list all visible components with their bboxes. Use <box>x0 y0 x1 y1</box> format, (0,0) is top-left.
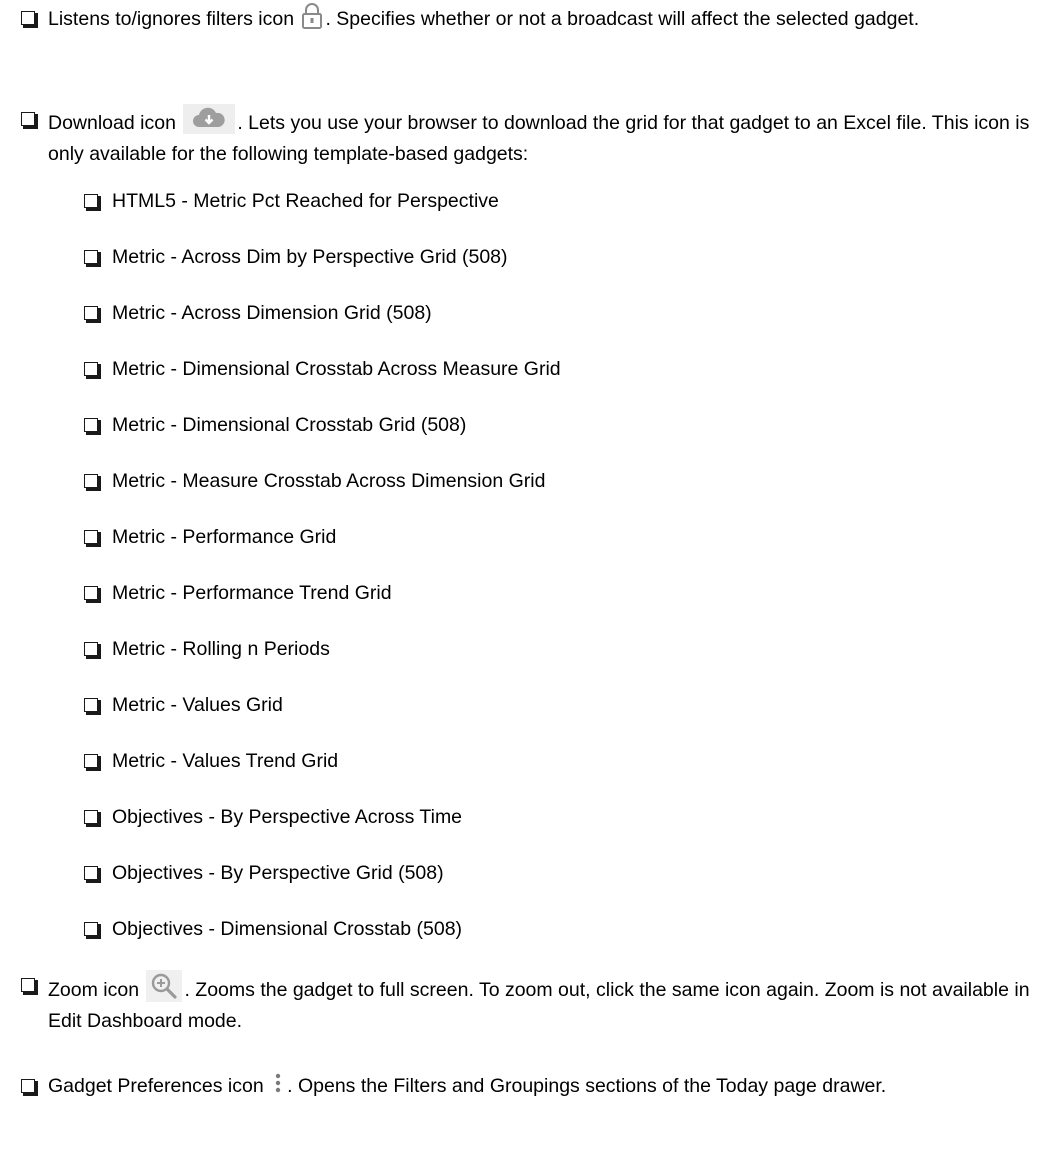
sub-list-item: HTML5 - Metric Pct Reached for Perspecti… <box>84 186 1044 217</box>
sub-item-text: Metric - Across Dimension Grid (508) <box>112 302 432 324</box>
sub-item-text: Metric - Values Grid <box>112 694 283 716</box>
list-item-text: Listens to/ignores filters icon . Specif… <box>21 3 1051 35</box>
checkbox-bullet-icon <box>84 586 101 603</box>
checkbox-bullet-icon <box>21 11 38 28</box>
sub-list-item: Metric - Across Dim by Perspective Grid … <box>84 242 1044 273</box>
sub-item-text: Metric - Performance Trend Grid <box>112 582 392 604</box>
checkbox-bullet-icon <box>84 250 101 267</box>
sub-list-item: Metric - Values Trend Grid <box>84 746 1044 777</box>
checkbox-bullet-icon <box>84 418 101 435</box>
sub-item-text: Metric - Values Trend Grid <box>112 750 339 772</box>
sub-list-item: Objectives - Dimensional Crosstab (508) <box>84 914 1044 945</box>
sub-list-item: Metric - Rolling n Periods <box>84 634 1044 665</box>
vertical-ellipsis-icon <box>271 1072 285 1096</box>
sub-list-item: Metric - Measure Crosstab Across Dimensi… <box>84 466 1044 497</box>
item-post-text: . Zooms the gadget to full screen. To zo… <box>48 979 1030 1032</box>
sub-list-item: Objectives - By Perspective Grid (508) <box>84 858 1044 889</box>
sub-list-item: Metric - Performance Trend Grid <box>84 578 1044 609</box>
item-pre-text: Zoom icon <box>48 979 140 1001</box>
checkbox-bullet-icon <box>84 194 101 211</box>
list-item-text: Download icon . Lets you use your browse… <box>21 104 1051 170</box>
checkbox-bullet-icon <box>84 474 101 491</box>
sub-list-item: Objectives - By Perspective Across Time <box>84 802 1044 833</box>
checkbox-bullet-icon <box>84 306 101 323</box>
checkbox-bullet-icon <box>84 362 101 379</box>
item-pre-text: Download icon <box>48 112 176 134</box>
sub-item-text: Objectives - By Perspective Across Time <box>112 806 463 828</box>
checkbox-bullet-icon <box>84 698 101 715</box>
item-post-text: . Opens the Filters and Groupings sectio… <box>287 1075 887 1097</box>
checkbox-bullet-icon <box>84 810 101 827</box>
list-item-text: Gadget Preferences icon . Opens the Filt… <box>21 1071 1051 1102</box>
sub-item-text: Metric - Measure Crosstab Across Dimensi… <box>112 470 546 492</box>
item-pre-text: Listens to/ignores filters icon <box>48 8 295 30</box>
download-cloud-icon <box>183 104 236 134</box>
checkbox-bullet-icon <box>84 922 101 939</box>
checkbox-bullet-icon <box>21 1079 38 1096</box>
item-pre-text: Gadget Preferences icon <box>48 1075 264 1097</box>
lock-icon <box>301 3 323 29</box>
sub-list-item: Metric - Across Dimension Grid (508) <box>84 298 1044 329</box>
checkbox-bullet-icon <box>21 112 38 129</box>
list-item-preferences: Gadget Preferences icon . Opens the Filt… <box>21 1071 1051 1102</box>
checkbox-bullet-icon <box>84 642 101 659</box>
list-item-download: Download icon . Lets you use your browse… <box>21 104 1051 170</box>
sub-item-text: Metric - Performance Grid <box>112 526 337 548</box>
checkbox-bullet-icon <box>21 978 38 995</box>
item-post-text: . Specifies whether or not a broadcast w… <box>325 8 920 30</box>
checkbox-bullet-icon <box>84 530 101 547</box>
sub-list-item: Metric - Values Grid <box>84 690 1044 721</box>
list-item-text: Zoom icon . Zooms the gadget to full scr… <box>21 970 1051 1037</box>
checkbox-bullet-icon <box>84 866 101 883</box>
sub-list-item: Metric - Performance Grid <box>84 522 1044 553</box>
checkbox-bullet-icon <box>84 754 101 771</box>
sub-item-text: Objectives - By Perspective Grid (508) <box>112 862 444 884</box>
list-item-zoom: Zoom icon . Zooms the gadget to full scr… <box>21 970 1051 1037</box>
sub-list-item: Metric - Dimensional Crosstab Across Mea… <box>84 354 1044 385</box>
sub-item-text: Objectives - Dimensional Crosstab (508) <box>112 918 463 940</box>
sub-item-text: Metric - Across Dim by Perspective Grid … <box>112 246 508 268</box>
zoom-in-icon <box>146 970 183 1002</box>
sub-item-text: HTML5 - Metric Pct Reached for Perspecti… <box>112 190 499 212</box>
sub-list-item: Metric - Dimensional Crosstab Grid (508) <box>84 410 1044 441</box>
sub-item-text: Metric - Rolling n Periods <box>112 638 330 660</box>
document-page: Listens to/ignores filters icon . Specif… <box>0 0 1063 1172</box>
sub-item-text: Metric - Dimensional Crosstab Across Mea… <box>112 358 561 380</box>
list-item-filters: Listens to/ignores filters icon . Specif… <box>21 3 1051 35</box>
sub-item-text: Metric - Dimensional Crosstab Grid (508) <box>112 414 467 436</box>
